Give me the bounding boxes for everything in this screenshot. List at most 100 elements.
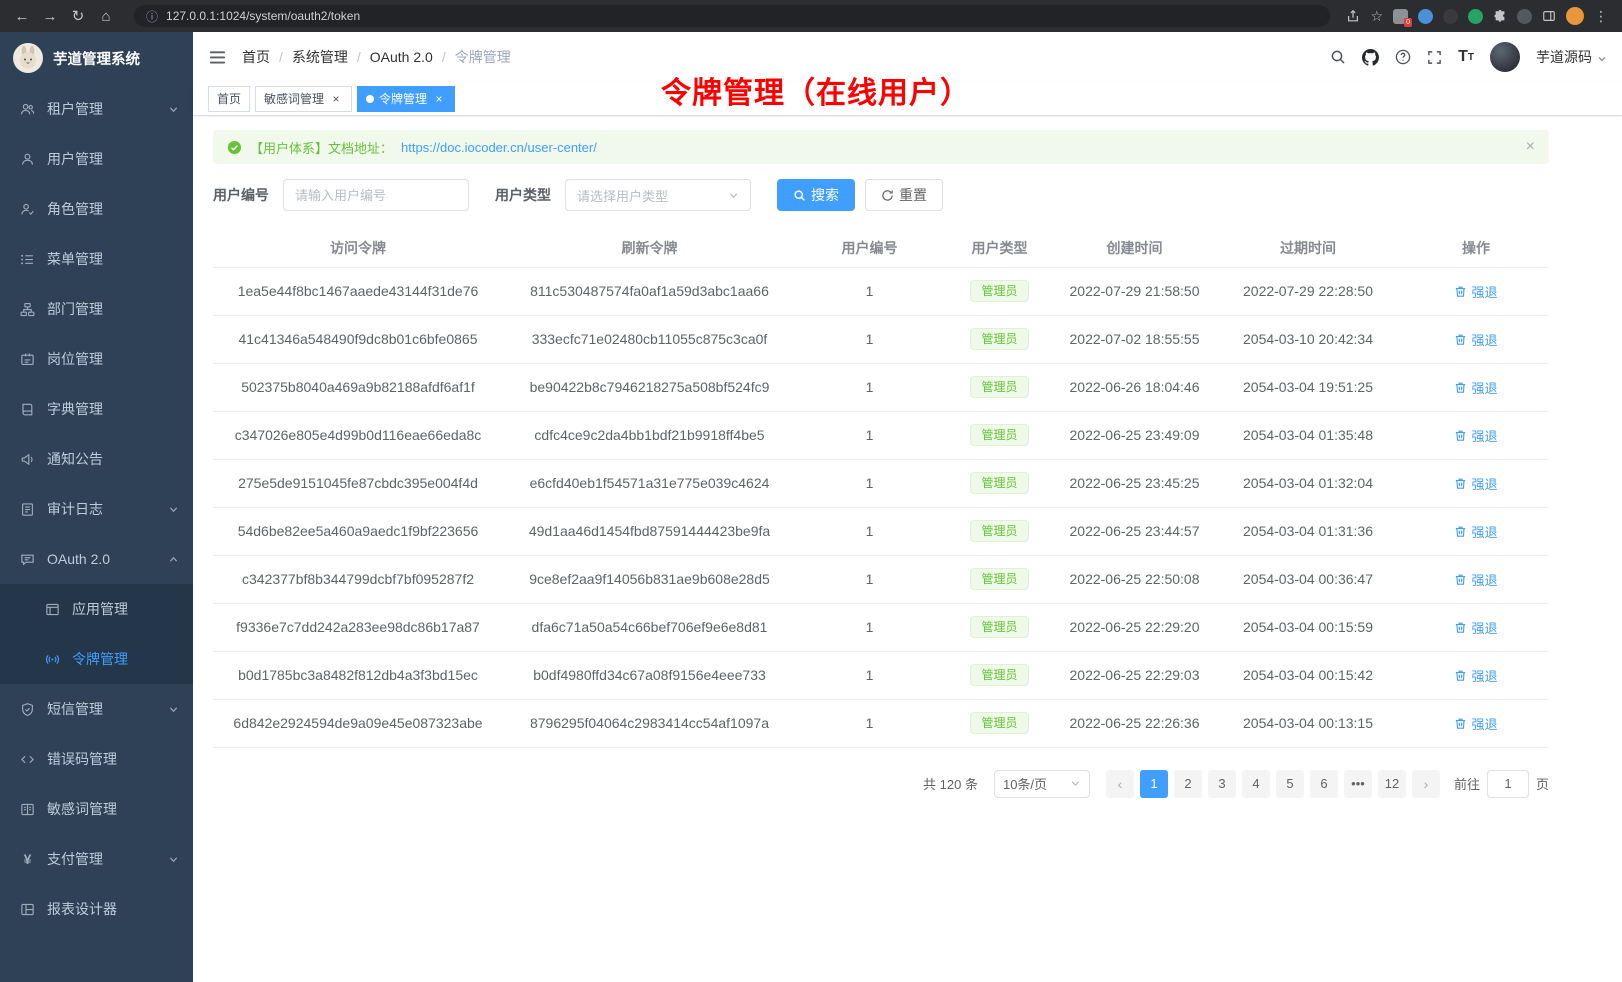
force-logout-button[interactable]: 强退: [1454, 378, 1497, 397]
next-page-button[interactable]: ›: [1412, 770, 1440, 798]
app-title: 芋道管理系统: [53, 48, 140, 69]
create-time-cell: 2022-06-25 23:44:57: [1056, 507, 1213, 555]
force-logout-button[interactable]: 强退: [1454, 666, 1497, 685]
breadcrumb-item[interactable]: 首页: [242, 47, 270, 67]
share-icon[interactable]: [1346, 9, 1360, 23]
page-button-4[interactable]: 4: [1242, 770, 1270, 798]
sidebar-item-sensitive[interactable]: 敏感词管理: [0, 784, 193, 834]
create-time-cell: 2022-06-25 22:29:20: [1056, 603, 1213, 651]
sidebar-item-dept[interactable]: 部门管理: [0, 284, 193, 334]
extension-dark-icon[interactable]: [1443, 9, 1458, 24]
force-logout-button[interactable]: 强退: [1454, 522, 1497, 541]
page-size-select[interactable]: 10条/页: [994, 770, 1090, 798]
action-cell: 强退: [1403, 651, 1549, 699]
close-icon[interactable]: ×: [329, 92, 343, 106]
search-icon[interactable]: [1330, 49, 1346, 65]
sidebar-item-tenant[interactable]: 租户管理: [0, 84, 193, 134]
doc-link[interactable]: https://doc.iocoder.cn/user-center/: [401, 140, 597, 155]
tab-2[interactable]: 令牌管理 ×: [357, 86, 455, 112]
refresh-token-cell: b0df4980ffd34c67a08f9156e4eee733: [503, 651, 796, 699]
force-logout-button[interactable]: 强退: [1454, 618, 1497, 637]
sidebar-item-notice[interactable]: 通知公告: [0, 434, 193, 484]
collapse-sidebar-icon[interactable]: [208, 48, 227, 67]
user-icon: [19, 152, 36, 167]
tab-0[interactable]: 首页: [208, 86, 250, 112]
sidebar-menu: 租户管理用户管理角色管理菜单管理部门管理岗位管理字典管理通知公告审计日志OAut…: [0, 84, 193, 934]
force-logout-button[interactable]: 强退: [1454, 330, 1497, 349]
home-icon[interactable]: ⌂: [94, 4, 118, 28]
breadcrumb-item[interactable]: 系统管理: [292, 47, 348, 67]
force-logout-label: 强退: [1471, 666, 1497, 685]
user-id-input[interactable]: [283, 179, 469, 211]
extension-icon[interactable]: 0: [1393, 9, 1408, 24]
tabs-bar: 首页敏感词管理× 令牌管理 ×: [193, 82, 1622, 116]
search-button[interactable]: 搜索: [777, 179, 855, 211]
sidebar-item-user[interactable]: 用户管理: [0, 134, 193, 184]
app-logo[interactable]: 芋道管理系统: [0, 32, 193, 84]
page-button-12[interactable]: 12: [1378, 770, 1406, 798]
sidebar-item-oauth[interactable]: OAuth 2.0: [0, 534, 193, 584]
back-icon[interactable]: ←: [10, 4, 34, 28]
side-panel-icon[interactable]: [1542, 9, 1556, 23]
sidebar-item-role[interactable]: 角色管理: [0, 184, 193, 234]
sidebar-item-audit[interactable]: 审计日志: [0, 484, 193, 534]
page-button-3[interactable]: 3: [1208, 770, 1236, 798]
sidebar-item-sms[interactable]: 短信管理: [0, 684, 193, 734]
table-row: 6d842e2924594de9a09e45e087323abe8796295f…: [213, 699, 1549, 747]
extension-green-icon[interactable]: [1468, 9, 1483, 24]
force-logout-label: 强退: [1471, 282, 1497, 301]
force-logout-button[interactable]: 强退: [1454, 282, 1497, 301]
browser-menu-icon[interactable]: ⋮: [1594, 8, 1608, 25]
refresh-icon[interactable]: ↻: [66, 4, 90, 28]
force-logout-button[interactable]: 强退: [1454, 426, 1497, 445]
sidebar-item-menu[interactable]: 菜单管理: [0, 234, 193, 284]
user-menu[interactable]: 芋道源码: [1536, 47, 1607, 67]
audit-icon: [19, 502, 36, 517]
sidebar-item-post[interactable]: 岗位管理: [0, 334, 193, 384]
page-button-6[interactable]: 6: [1310, 770, 1338, 798]
create-time-cell: 2022-06-25 22:29:03: [1056, 651, 1213, 699]
tab-label: 令牌管理: [379, 90, 427, 107]
breadcrumb-item[interactable]: OAuth 2.0: [370, 49, 433, 65]
bookmark-star-icon[interactable]: ☆: [1370, 8, 1383, 25]
fullscreen-icon[interactable]: [1427, 50, 1442, 65]
sidebar-item-report[interactable]: 报表设计器: [0, 884, 193, 934]
access-token-cell: 6d842e2924594de9a09e45e087323abe: [213, 699, 503, 747]
user-type-select[interactable]: 请选择用户类型: [565, 179, 751, 211]
action-cell: 强退: [1403, 603, 1549, 651]
sidebar-item-app[interactable]: 应用管理: [0, 584, 193, 634]
sidebar-item-dict[interactable]: 字典管理: [0, 384, 193, 434]
sidebar-item-pay[interactable]: ¥支付管理: [0, 834, 193, 884]
tab-1[interactable]: 敏感词管理×: [255, 86, 352, 112]
reset-button[interactable]: 重置: [865, 179, 943, 211]
sidebar-item-token[interactable]: 令牌管理: [0, 634, 193, 684]
close-icon[interactable]: ×: [1526, 138, 1535, 156]
profile-avatar[interactable]: [1566, 7, 1584, 25]
force-logout-button[interactable]: 强退: [1454, 714, 1497, 733]
sidebar-item-label: 短信管理: [47, 699, 103, 719]
prev-page-button[interactable]: ‹: [1106, 770, 1134, 798]
force-logout-label: 强退: [1471, 570, 1497, 589]
force-logout-button[interactable]: 强退: [1454, 570, 1497, 589]
more-pages-button[interactable]: •••: [1344, 770, 1372, 798]
url-bar[interactable]: ⓘ 127.0.0.1:1024/system/oauth2/token: [134, 5, 1330, 27]
page-button-5[interactable]: 5: [1276, 770, 1304, 798]
forward-icon[interactable]: →: [38, 4, 62, 28]
puzzle-piece-icon[interactable]: [1493, 9, 1507, 23]
help-icon[interactable]: [1395, 49, 1411, 65]
font-size-icon[interactable]: TT: [1458, 49, 1474, 65]
user-avatar[interactable]: [1490, 42, 1520, 72]
site-info-icon[interactable]: ⓘ: [146, 8, 158, 25]
force-logout-button[interactable]: 强退: [1454, 474, 1497, 493]
page-button-2[interactable]: 2: [1174, 770, 1202, 798]
extension-gray-icon[interactable]: [1517, 9, 1532, 24]
goto-page-input[interactable]: [1487, 770, 1529, 798]
page-button-1[interactable]: 1: [1140, 770, 1168, 798]
sidebar-item-errcode[interactable]: 错误码管理: [0, 734, 193, 784]
close-icon[interactable]: ×: [432, 92, 446, 106]
github-icon[interactable]: [1362, 49, 1379, 66]
table-row: 502375b8040a469a9b82188afdf6af1fbe90422b…: [213, 363, 1549, 411]
dict-icon: [19, 402, 36, 417]
extension-blue-icon[interactable]: [1418, 9, 1433, 24]
user-id-cell: 1: [796, 507, 943, 555]
